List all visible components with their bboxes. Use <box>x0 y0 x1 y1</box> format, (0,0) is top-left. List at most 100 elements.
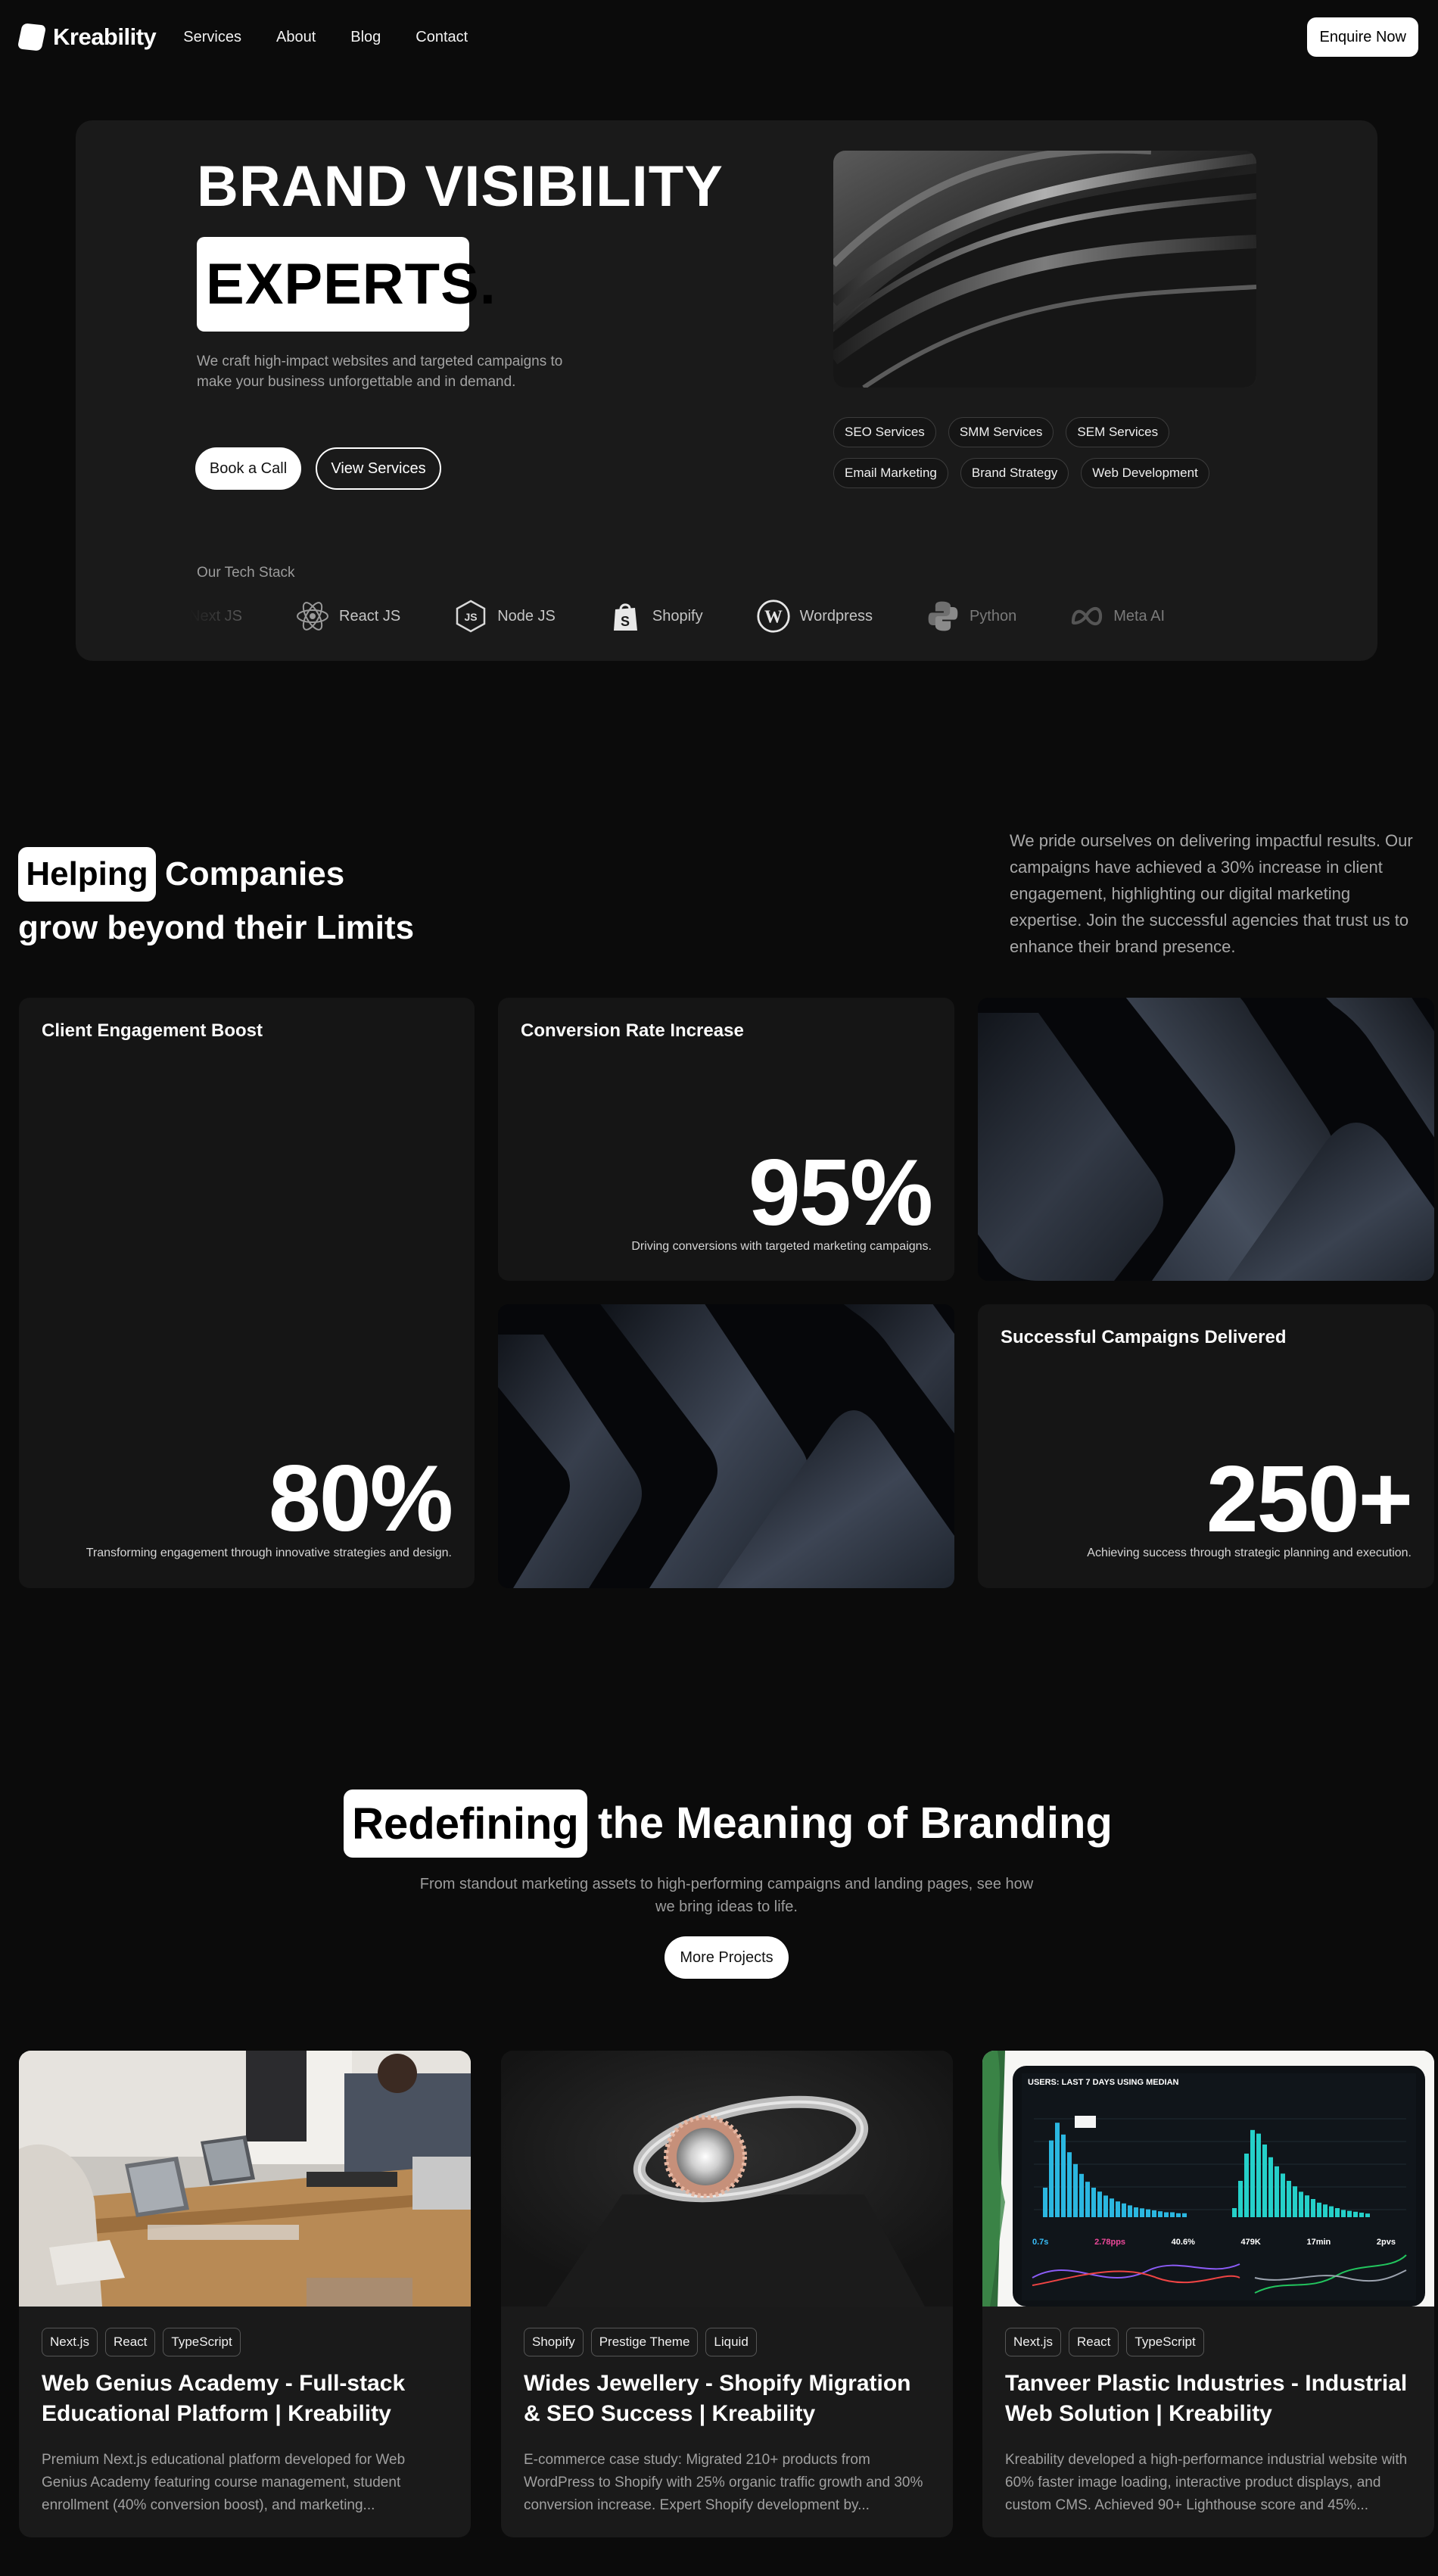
helping-highlight: Helping <box>18 847 156 902</box>
service-tag[interactable]: SEO Services <box>833 417 936 447</box>
project-title[interactable]: Tanveer Plastic Industries - Industrial … <box>1005 2369 1414 2429</box>
project-tag: React <box>104 2328 156 2356</box>
view-services-button[interactable]: View Services <box>316 447 441 490</box>
project-tag: Next.js <box>1005 2328 1061 2356</box>
tech-label: Shopify <box>652 607 703 625</box>
stat-title: Successful Campaigns Delivered <box>1001 1327 1287 1347</box>
dashboard-bar <box>1244 2154 1249 2217</box>
dashboard-metric: 17min <box>1306 2238 1331 2247</box>
project-card-tanveer-plastic[interactable]: USERS: LAST 7 DAYS USING MEDIAN 0.7s 2.7… <box>982 2051 1434 2537</box>
brand-logo[interactable]: Kreability <box>17 23 157 51</box>
project-tag: Prestige Theme <box>590 2328 699 2356</box>
dashboard-bar <box>1256 2133 1261 2217</box>
wordpress-icon: W <box>756 599 791 634</box>
dashboard-bar <box>1067 2152 1072 2217</box>
stats-title-line2: grow beyond their Limits <box>18 909 415 946</box>
stat-card-campaigns: Successful Campaigns Delivered 250+ Achi… <box>978 1304 1434 1588</box>
dashboard-bar <box>1250 2129 1255 2217</box>
brand-mark-icon <box>17 23 47 51</box>
tech-item-python: Python <box>926 599 1016 634</box>
svg-text:W: W <box>764 607 783 627</box>
brand-name: Kreability <box>53 23 157 50</box>
nav-link-blog[interactable]: Blog <box>350 29 381 46</box>
service-tag[interactable]: SEM Services <box>1066 417 1170 447</box>
dashboard-bar <box>1116 2201 1120 2217</box>
dashboard-bar <box>1055 2123 1060 2217</box>
tech-item-nodejs: JS Node JS <box>453 599 556 634</box>
service-tag[interactable]: SMM Services <box>948 417 1054 447</box>
project-card-wides-jewellery[interactable]: Shopify Prestige Theme Liquid Wides Jewe… <box>501 2051 953 2537</box>
dashboard-bar <box>1140 2208 1144 2217</box>
nav-links: Services About Blog Contact <box>183 29 468 46</box>
stat-title: Client Engagement Boost <box>42 1020 263 1041</box>
tech-label: Python <box>969 607 1017 625</box>
project-title[interactable]: Wides Jewellery - Shopify Migration & SE… <box>524 2369 932 2429</box>
stat-value: 80% <box>268 1447 453 1551</box>
dashboard-bar <box>1353 2211 1358 2217</box>
dashboard-bar <box>1085 2182 1090 2217</box>
dashboard-header: USERS: LAST 7 DAYS USING MEDIAN <box>1028 2078 1179 2087</box>
dashboard-bar <box>1347 2210 1352 2217</box>
nodejs-icon: JS <box>453 599 488 634</box>
tech-stack-row: Next JS React JS JS Node JS S Shopify W … <box>189 590 1324 643</box>
stat-value: 95% <box>748 1141 933 1245</box>
dashboard-bar <box>1110 2198 1114 2217</box>
dashboard-metric: 479K <box>1240 2238 1261 2247</box>
tech-item-react: React JS <box>295 599 400 634</box>
stats-title-rest: Companies <box>165 855 345 892</box>
dashboard-bar <box>1152 2210 1156 2217</box>
dashboard-bar <box>1323 2204 1328 2217</box>
stat-subtitle: Achieving success through strategic plan… <box>1087 1547 1412 1559</box>
project-description: Kreability developed a high-performance … <box>1005 2452 1408 2513</box>
dashboard-bar <box>1049 2140 1054 2217</box>
tech-label: Meta AI <box>1113 607 1166 625</box>
project-card-web-genius[interactable]: Next.js React TypeScript Web Genius Acad… <box>19 2051 471 2537</box>
tech-item-meta: Meta AI <box>1069 599 1165 634</box>
book-call-button[interactable]: Book a Call <box>195 447 301 490</box>
tech-stack-label: Our Tech Stack <box>197 565 295 581</box>
dashboard-bar <box>1164 2212 1169 2217</box>
project-description: Premium Next.js educational platform dev… <box>42 2452 406 2513</box>
stat-subtitle: Driving conversions with targeted market… <box>631 1240 932 1253</box>
project-image-office <box>19 2051 471 2307</box>
nav-link-services[interactable]: Services <box>183 29 241 46</box>
service-tags: SEO Services SMM Services SEM Services E… <box>833 417 1287 488</box>
dashboard-bar <box>1268 2157 1273 2217</box>
nav-link-about[interactable]: About <box>276 29 316 46</box>
dashboard-bar <box>1146 2209 1150 2217</box>
project-description: E-commerce case study: Migrated 210+ pro… <box>524 2452 923 2513</box>
dashboard-bar <box>1176 2213 1181 2217</box>
project-tag: Liquid <box>705 2328 757 2356</box>
project-tags: Next.js React TypeScript <box>42 2328 241 2356</box>
service-tag[interactable]: Web Development <box>1081 458 1209 488</box>
dashboard-bar <box>1311 2199 1315 2217</box>
project-image-dashboard: USERS: LAST 7 DAYS USING MEDIAN 0.7s 2.7… <box>982 2051 1434 2307</box>
dashboard-bar <box>1238 2181 1243 2217</box>
dashboard-bar <box>1299 2191 1303 2217</box>
dashboard-bar <box>1359 2213 1364 2217</box>
enquire-now-button[interactable]: Enquire Now <box>1307 17 1418 57</box>
meta-icon <box>1069 599 1104 634</box>
tech-label: Next JS <box>189 607 243 625</box>
dashboard-bar <box>1293 2186 1297 2217</box>
more-projects-button[interactable]: More Projects <box>665 1936 789 1979</box>
stat-card-conversion: Conversion Rate Increase 95% Driving con… <box>498 998 954 1281</box>
dashboard-bar <box>1158 2211 1163 2217</box>
project-title[interactable]: Web Genius Academy - Full-stack Educatio… <box>42 2369 450 2429</box>
dashboard-bar <box>1329 2206 1334 2217</box>
project-tags: Next.js React TypeScript <box>1005 2328 1204 2356</box>
tech-label: React JS <box>339 607 401 625</box>
nav-link-contact[interactable]: Contact <box>416 29 468 46</box>
dashboard-bar <box>1287 2181 1291 2217</box>
service-tag[interactable]: Brand Strategy <box>960 458 1069 488</box>
service-tag[interactable]: Email Marketing <box>833 458 948 488</box>
project-tag: Shopify <box>524 2328 584 2356</box>
dashboard-bar <box>1103 2195 1108 2217</box>
tech-item-wordpress: W Wordpress <box>756 599 873 634</box>
dashboard-bar <box>1170 2212 1175 2217</box>
hero-title-highlight: EXPERTS. <box>197 237 496 332</box>
react-icon <box>295 599 330 634</box>
svg-text:JS: JS <box>465 611 478 623</box>
tech-item-shopify: S Shopify <box>609 599 703 634</box>
dashboard-bar <box>1061 2134 1066 2217</box>
